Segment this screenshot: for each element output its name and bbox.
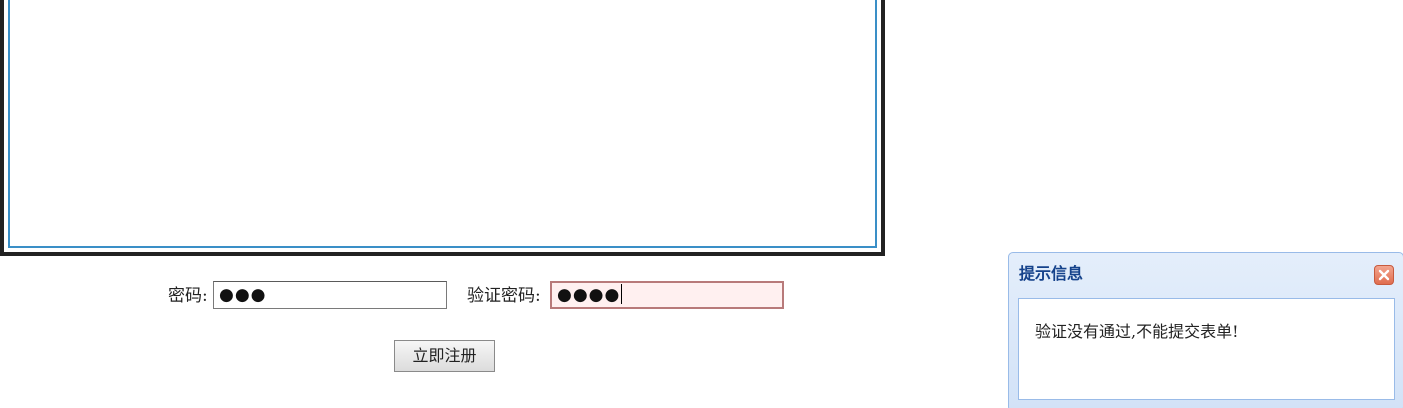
dialog-message: 验证没有通过,不能提交表单! bbox=[1035, 322, 1239, 341]
close-button[interactable] bbox=[1374, 265, 1394, 285]
text-caret bbox=[621, 283, 623, 304]
verify-password-value: ●●●● bbox=[557, 285, 621, 305]
verify-password-field[interactable]: ●●●● bbox=[550, 281, 784, 309]
dialog-title: 提示信息 bbox=[1019, 264, 1084, 283]
content-panel bbox=[8, 0, 877, 248]
dialog-header: 提示信息 bbox=[1009, 253, 1403, 295]
verify-password-label: 验证密码: bbox=[467, 286, 541, 306]
close-icon bbox=[1378, 269, 1390, 281]
password-value: ●●● bbox=[219, 285, 267, 305]
registration-page: 密码: ●●● 验证密码: ●●●● 立即注册 提示信息 验证没有通过,不能提交… bbox=[0, 0, 1403, 408]
message-dialog: 提示信息 验证没有通过,不能提交表单! bbox=[1008, 252, 1403, 408]
password-field[interactable]: ●●● bbox=[213, 281, 447, 309]
password-label: 密码: bbox=[168, 286, 208, 306]
content-panel-frame bbox=[0, 0, 885, 256]
dialog-body: 验证没有通过,不能提交表单! bbox=[1018, 298, 1395, 400]
register-button[interactable]: 立即注册 bbox=[394, 340, 495, 372]
